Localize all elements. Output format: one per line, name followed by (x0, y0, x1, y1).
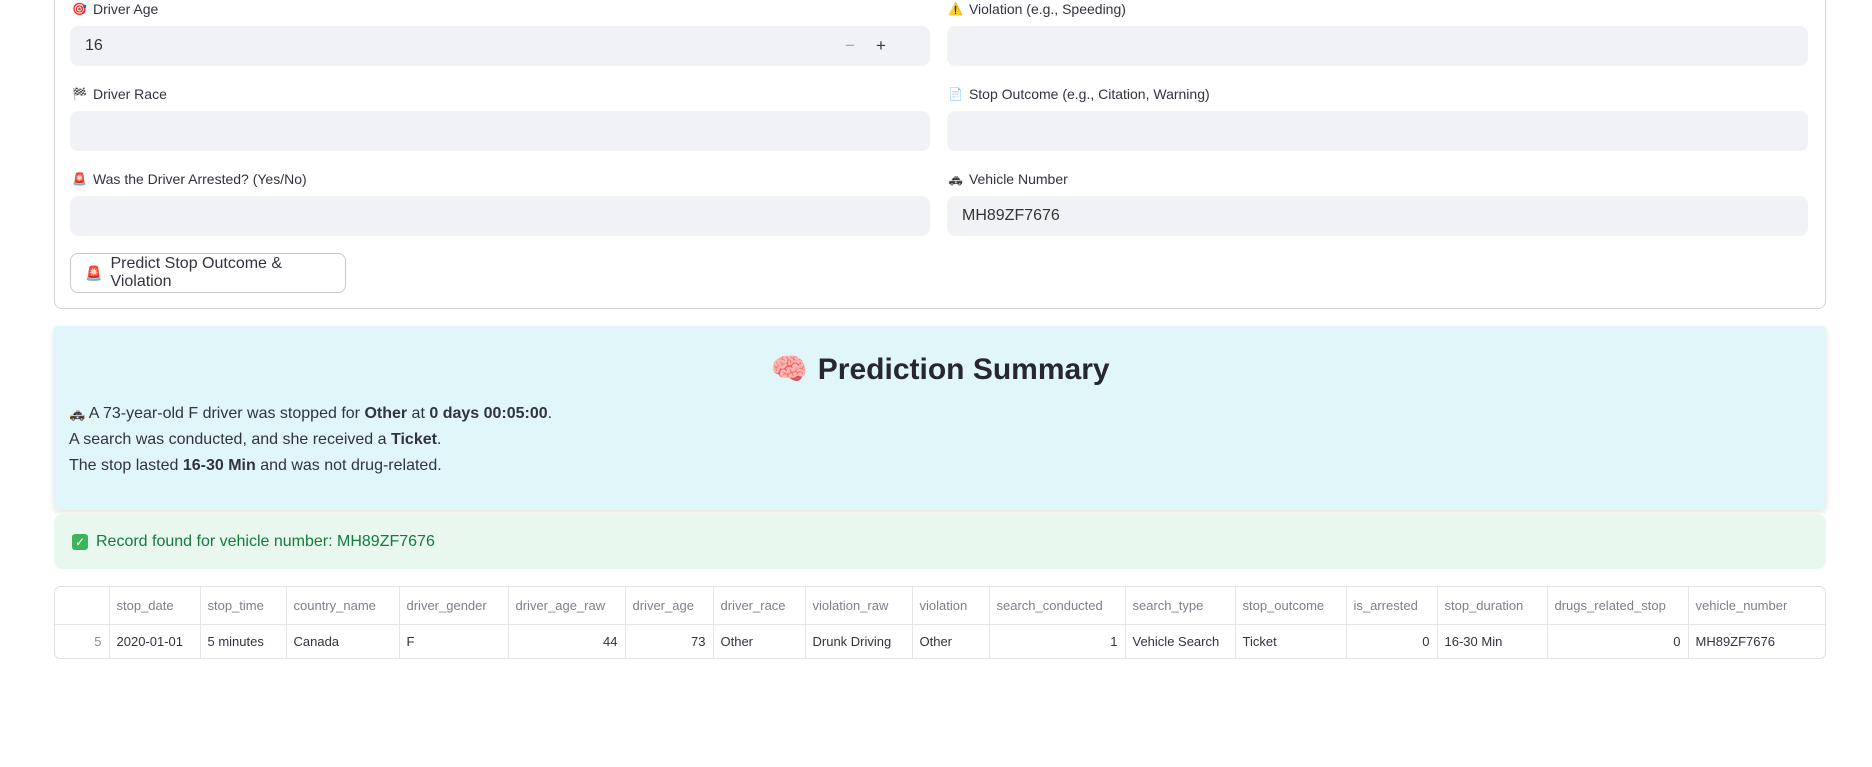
police-car-icon: 🚓 (69, 406, 86, 421)
table-cell: Other (912, 624, 990, 658)
summary-line-3: The stop lasted 16-30 Min and was not dr… (69, 457, 442, 474)
table-cell: Other (713, 624, 806, 658)
table-cell: Vehicle Search (1125, 624, 1236, 658)
column-header-driver-gender[interactable]: driver_gender (399, 587, 509, 625)
vehicle-number-label: 🚓 Vehicle Number (948, 171, 1068, 187)
column-header-search-conducted[interactable]: search_conducted (989, 587, 1126, 625)
table-header: stop_date stop_time country_name driver_… (55, 587, 1825, 625)
violation-label: ⚠️ Violation (e.g., Speeding) (948, 1, 1126, 17)
decrement-button[interactable]: − (835, 26, 865, 66)
column-header-driver-age[interactable]: driver_age (625, 587, 714, 625)
column-header-country-name[interactable]: country_name (286, 587, 400, 625)
column-header-driver-race[interactable]: driver_race (713, 587, 806, 625)
brain-icon: 🧠 (770, 353, 808, 386)
table-cell: Drunk Driving (805, 624, 913, 658)
arrested-input[interactable] (70, 196, 930, 236)
column-header-stop-time[interactable]: stop_time (200, 587, 287, 625)
table-cell: 5 (55, 624, 110, 658)
column-header-drugs-related-stop[interactable]: drugs_related_stop (1547, 587, 1689, 625)
stop-outcome-label: 📄 Stop Outcome (e.g., Citation, Warning) (948, 86, 1210, 102)
vehicle-number-input[interactable]: MH89ZF7676 (947, 196, 1808, 236)
checkered-flag-icon: 🏁 (72, 87, 87, 101)
column-header-index[interactable] (55, 587, 110, 625)
driver-age-input[interactable]: 16 − + (70, 26, 930, 66)
record-table[interactable]: stop_date stop_time country_name driver_… (54, 586, 1826, 659)
column-header-violation[interactable]: violation (912, 587, 990, 625)
column-header-vehicle-number[interactable]: vehicle_number (1688, 587, 1825, 625)
warning-icon: ⚠️ (948, 2, 963, 16)
table-cell: F (399, 624, 509, 658)
violation-input[interactable] (947, 26, 1808, 66)
table-cell: Ticket (1235, 624, 1347, 658)
column-header-stop-outcome[interactable]: stop_outcome (1235, 587, 1347, 625)
column-header-stop-date[interactable]: stop_date (109, 587, 201, 625)
table-cell: 73 (625, 624, 714, 658)
stop-outcome-input[interactable] (947, 111, 1808, 151)
increment-button[interactable]: + (866, 26, 896, 66)
summary-line-1: 🚓 A 73-year-old F driver was stopped for… (69, 405, 553, 422)
column-header-violation-raw[interactable]: violation_raw (805, 587, 913, 625)
table-cell: 2020-01-01 (109, 624, 201, 658)
table-cell: 1 (989, 624, 1126, 658)
column-header-search-type[interactable]: search_type (1125, 587, 1236, 625)
predict-button[interactable]: 🚨 Predict Stop Outcome & Violation (70, 253, 346, 293)
success-alert: ✓ Record found for vehicle number: MH89Z… (54, 514, 1826, 569)
document-icon: 📄 (948, 87, 963, 101)
column-header-is-arrested[interactable]: is_arrested (1346, 587, 1438, 625)
summary-title: 🧠 Prediction Summary (770, 352, 1110, 387)
siren-icon: 🚨 (85, 264, 103, 281)
table-cell: 0 (1547, 624, 1689, 658)
table-row[interactable]: 5 2020-01-01 5 minutes Canada F 44 73 Ot… (55, 624, 1825, 658)
table-cell: 44 (508, 624, 626, 658)
arrested-label: 🚨 Was the Driver Arrested? (Yes/No) (72, 171, 307, 187)
column-header-driver-age-raw[interactable]: driver_age_raw (508, 587, 626, 625)
table-cell: Canada (286, 624, 400, 658)
column-header-stop-duration[interactable]: stop_duration (1437, 587, 1548, 625)
target-icon: 🎯 (72, 2, 87, 16)
driver-age-label: 🎯 Driver Age (72, 1, 159, 17)
driver-race-input[interactable] (70, 111, 930, 151)
police-car-icon: 🚓 (948, 172, 963, 186)
prediction-summary: 🧠 Prediction Summary 🚓 A 73-year-old F d… (54, 326, 1826, 510)
table-cell: 16-30 Min (1437, 624, 1548, 658)
table-cell: MH89ZF7676 (1695, 634, 1775, 650)
success-message: Record found for vehicle number: MH89ZF7… (96, 532, 435, 550)
driver-race-label: 🏁 Driver Race (72, 86, 167, 102)
summary-line-2: A search was conducted, and she received… (69, 431, 442, 448)
table-cell: 5 minutes (200, 624, 287, 658)
check-icon: ✓ (72, 533, 88, 550)
table-cell: 0 (1346, 624, 1438, 658)
siren-icon: 🚨 (72, 172, 87, 186)
